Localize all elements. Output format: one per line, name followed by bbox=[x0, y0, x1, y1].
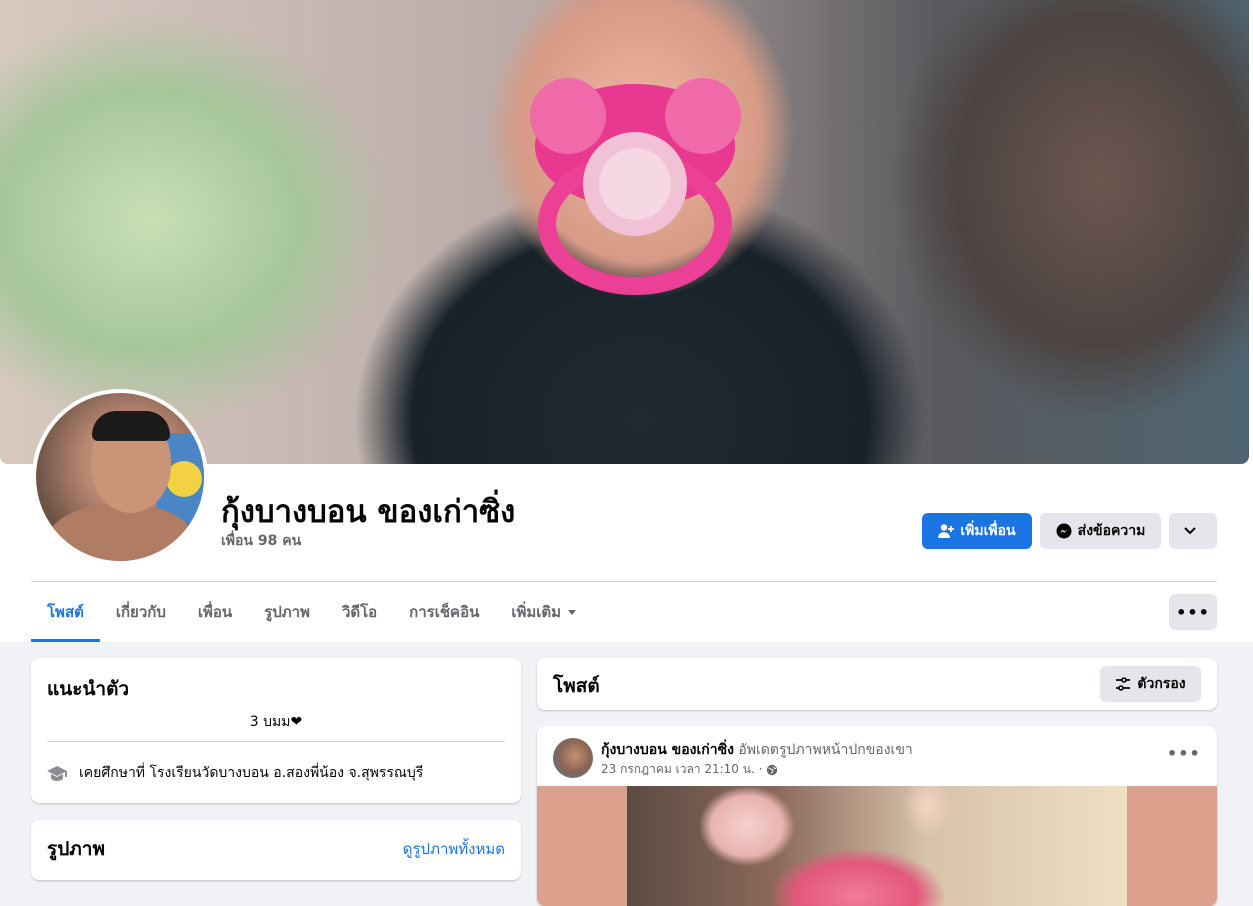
tab-photos[interactable]: รูปภาพ bbox=[248, 582, 326, 642]
chevron-down-icon bbox=[1184, 527, 1196, 535]
post-photo-content bbox=[627, 786, 1127, 906]
ellipsis-icon: ••• bbox=[1167, 744, 1201, 763]
intro-bio: 3 บมม❤ bbox=[249, 714, 303, 730]
tab-more-label: เพิ่มเติม bbox=[511, 603, 562, 621]
tab-videos[interactable]: วิดีโอ bbox=[326, 582, 393, 642]
post-author-name[interactable]: กุ้งบางบอน ของเก่าซิ่ง bbox=[601, 742, 734, 758]
post-action-text: อัพเดตรูปภาพหน้าปกของเขา bbox=[738, 742, 913, 758]
see-all-photos-link[interactable]: ดูรูปภาพทั้งหมด bbox=[403, 837, 505, 861]
add-friend-label: เพิ่มเพื่อน bbox=[960, 522, 1016, 538]
message-button[interactable]: ส่งข้อความ bbox=[1040, 513, 1161, 549]
filter-icon bbox=[1116, 677, 1131, 691]
intro-divider bbox=[47, 741, 505, 742]
messenger-icon bbox=[1056, 523, 1072, 539]
posts-title: โพสต์ bbox=[553, 675, 600, 697]
caret-down-icon bbox=[568, 609, 577, 615]
profile-dropdown-button[interactable] bbox=[1169, 513, 1217, 549]
add-friend-icon bbox=[938, 524, 955, 538]
profile-name: กุ้งบางบอน ของเก่าซิ่ง bbox=[221, 494, 516, 530]
profile-avatar[interactable] bbox=[36, 393, 204, 561]
globe-icon bbox=[767, 764, 778, 775]
more-options-button[interactable]: ••• bbox=[1169, 594, 1217, 630]
intro-title: แนะนำตัว bbox=[47, 678, 130, 700]
profile-tabs: โพสต์ เกี่ยวกับ เพื่อน รูปภาพ วิดีโอ การ… bbox=[31, 582, 592, 642]
filter-label: ตัวกรอง bbox=[1137, 676, 1186, 692]
ellipsis-icon: ••• bbox=[1176, 602, 1210, 622]
friends-count[interactable]: เพื่อน 98 คน bbox=[221, 530, 301, 552]
intro-card: แนะนำตัว 3 บมม❤ เคยศึกษาที่ โรงเรียนวัดบ… bbox=[31, 658, 521, 803]
post-card: กุ้งบางบอน ของเก่าซิ่ง อัพเดตรูปภาพหน้าป… bbox=[537, 726, 1217, 906]
add-friend-button[interactable]: เพิ่มเพื่อน bbox=[922, 513, 1032, 549]
tab-friends[interactable]: เพื่อน bbox=[182, 582, 248, 642]
education-prefix: เคยศึกษาที่ bbox=[79, 765, 146, 781]
photos-card: รูปภาพ ดูรูปภาพทั้งหมด bbox=[31, 820, 521, 880]
filter-button[interactable]: ตัวกรอง bbox=[1100, 666, 1201, 702]
profile-header: กุ้งบางบอน ของเก่าซิ่ง เพื่อน 98 คน เพิ่… bbox=[0, 0, 1253, 642]
education-school[interactable]: โรงเรียนวัดบางบอน อ.สองพี่น้อง จ.สุพรรณบ… bbox=[150, 762, 424, 784]
avatar-hair bbox=[92, 411, 170, 441]
tab-posts[interactable]: โพสต์ bbox=[31, 582, 100, 642]
avatar-pillow-pattern bbox=[166, 461, 202, 497]
tab-about[interactable]: เกี่ยวกับ bbox=[100, 582, 182, 642]
posts-header-card: โพสต์ ตัวกรอง bbox=[537, 658, 1217, 710]
pacifier-illustration bbox=[530, 78, 741, 295]
message-label: ส่งข้อความ bbox=[1077, 522, 1146, 538]
tab-more[interactable]: เพิ่มเติม bbox=[495, 582, 592, 642]
post-author-line: กุ้งบางบอน ของเก่าซิ่ง อัพเดตรูปภาพหน้าป… bbox=[601, 739, 913, 761]
graduation-cap-icon bbox=[47, 766, 67, 781]
photos-title: รูปภาพ bbox=[47, 838, 105, 860]
cover-photo[interactable] bbox=[0, 0, 1249, 464]
education-item: เคยศึกษาที่ โรงเรียนวัดบางบอน อ.สองพี่น้… bbox=[47, 762, 423, 784]
tab-checkins[interactable]: การเช็คอิน bbox=[393, 582, 495, 642]
post-image[interactable] bbox=[537, 786, 1217, 906]
post-author-avatar[interactable] bbox=[553, 738, 593, 778]
post-options-button[interactable]: ••• bbox=[1167, 744, 1201, 763]
post-timestamp[interactable]: 23 กรกฎาคม เวลา 21:10 น. · bbox=[601, 760, 762, 779]
post-meta: 23 กรกฎาคม เวลา 21:10 น. · bbox=[601, 760, 778, 779]
